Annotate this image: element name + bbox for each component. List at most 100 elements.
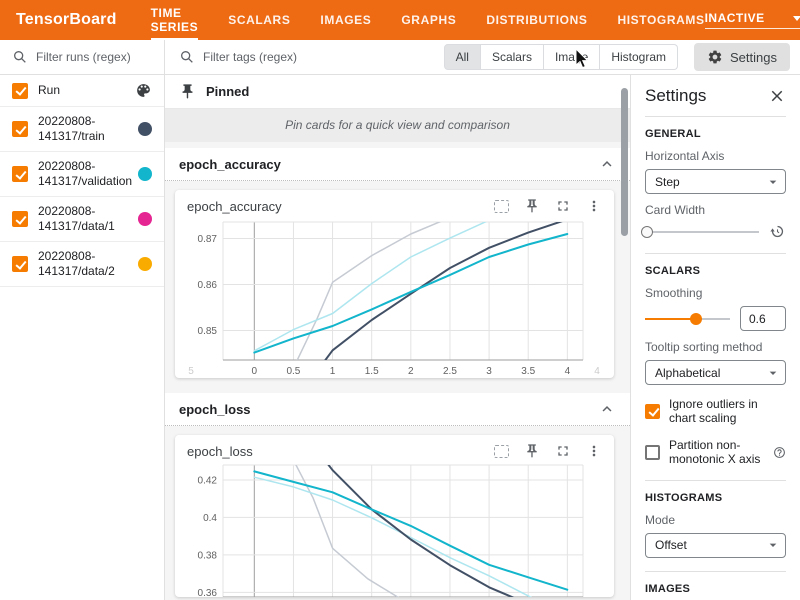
filter-all-button[interactable]: All [444,44,481,70]
svg-text:0.4: 0.4 [203,513,217,524]
partition-x-axis-checkbox[interactable] [645,445,660,460]
section-heading: GENERAL [645,128,786,140]
section-heading: HISTOGRAMS [645,492,786,504]
chevron-up-icon[interactable] [598,155,616,173]
svg-text:5: 5 [188,366,194,377]
chevron-up-icon[interactable] [598,400,616,418]
run-checkbox[interactable] [12,256,28,272]
runs-sidebar: Run 20220808-141317/train 20220808-14131… [0,40,165,600]
section-title: epoch_accuracy [179,157,281,172]
fit-domain-icon [494,445,509,458]
run-row-data-2[interactable]: 20220808-141317/data/2 [0,242,164,287]
settings-section-images: IMAGES Brightness Contrast [645,572,786,600]
pin-card-button[interactable] [524,198,540,214]
filter-runs-input[interactable] [36,50,152,64]
run-row-data-1[interactable]: 20220808-141317/data/1 [0,197,164,242]
tab-scalars[interactable]: SCALARS [228,0,290,40]
close-settings-button[interactable] [768,87,786,105]
run-row-validation[interactable]: 20220808-141317/validation [0,152,164,197]
svg-text:0.87: 0.87 [198,234,218,245]
filter-image-button[interactable]: Image [544,44,600,70]
horizontal-axis-value: Step [655,175,680,189]
filter-histogram-button[interactable]: Histogram [600,44,678,70]
run-checkbox[interactable] [12,211,28,227]
run-checkbox[interactable] [12,166,28,182]
pin-icon [179,83,196,100]
epoch-accuracy-line-chart[interactable]: 00.511.522.533.540.850.860.8754 [183,218,606,378]
svg-text:0.36: 0.36 [198,588,218,597]
kebab-menu-icon [586,198,602,214]
card-title: epoch_accuracy [187,199,494,214]
filter-tags-input[interactable] [203,50,444,64]
top-app-bar: TensorBoard TIME SERIES SCALARS IMAGES G… [0,0,800,40]
runs-header-row: Run [0,75,164,107]
histogram-mode-label: Mode [645,513,786,527]
tensorboard-app: TensorBoard TIME SERIES SCALARS IMAGES G… [0,0,800,600]
palette-icon[interactable] [135,82,152,99]
svg-text:0.86: 0.86 [198,280,218,291]
ignore-outliers-option[interactable]: Ignore outliers in chart scaling [645,397,786,426]
scalar-card-epoch-accuracy: epoch_accuracy [175,190,614,378]
smoothing-value-input[interactable]: 0.6 [740,306,786,331]
smoothing-slider[interactable] [645,312,730,326]
run-name: 20220808-141317/validation [38,159,128,189]
histogram-mode-select[interactable]: Offset [645,533,786,558]
tab-histograms[interactable]: HISTOGRAMS [617,0,704,40]
slider-thumb[interactable] [641,226,653,238]
dropdown-arrow-icon [765,537,781,553]
tab-graphs[interactable]: GRAPHS [401,0,456,40]
svg-text:1.5: 1.5 [365,366,379,377]
fullscreen-icon [555,198,571,214]
dropdown-arrow-icon [765,365,781,381]
card-width-label: Card Width [645,203,786,217]
section-header-epoch-accuracy[interactable]: epoch_accuracy [165,148,630,181]
expand-card-button[interactable] [555,443,571,459]
tooltip-sorting-select[interactable]: Alphabetical [645,360,786,385]
run-color-swatch[interactable] [138,212,152,226]
card-more-options-button[interactable] [586,198,602,214]
kebab-menu-icon [586,443,602,459]
expand-card-button[interactable] [555,198,571,214]
run-color-swatch[interactable] [138,257,152,271]
svg-text:3: 3 [486,366,492,377]
section-header-epoch-loss[interactable]: epoch_loss [165,393,630,426]
epoch-loss-line-chart[interactable]: 0.360.380.40.42 [183,463,606,597]
dropdown-arrow-icon [765,174,781,190]
run-checkbox[interactable] [12,121,28,137]
chevron-down-icon [793,16,800,21]
svg-text:1: 1 [330,366,336,377]
help-icon[interactable] [773,446,786,459]
slider-thumb[interactable] [690,313,702,325]
run-name: 20220808-141317/train [38,114,128,144]
reset-card-width-button[interactable] [769,223,786,240]
pin-card-button[interactable] [524,443,540,459]
partition-x-axis-option[interactable]: Partition non-monotonic X axis [645,438,786,467]
svg-text:0.85: 0.85 [198,326,218,337]
run-row-train[interactable]: 20220808-141317/train [0,107,164,152]
horizontal-axis-select[interactable]: Step [645,169,786,194]
card-more-options-button[interactable] [586,443,602,459]
settings-button[interactable]: Settings [694,43,790,71]
plugin-filter-group: All Scalars Image Histogram [444,44,678,70]
run-color-swatch[interactable] [138,167,152,181]
tab-time-series[interactable]: TIME SERIES [151,0,199,40]
svg-text:0.42: 0.42 [198,475,218,486]
fit-domain-button[interactable] [494,200,509,213]
run-color-swatch[interactable] [138,122,152,136]
settings-panel-title: Settings [645,86,706,106]
vertical-scrollbar-thumb[interactable] [621,88,628,236]
fit-domain-icon [494,200,509,213]
ignore-outliers-checkbox[interactable] [645,404,660,419]
settings-section-histograms: HISTOGRAMS Mode Offset [645,481,786,572]
card-width-slider[interactable] [645,225,759,239]
fit-domain-button[interactable] [494,445,509,458]
tab-images[interactable]: IMAGES [320,0,371,40]
svg-text:0: 0 [252,366,258,377]
scalar-card-epoch-loss: epoch_loss [175,435,614,597]
tab-distributions[interactable]: DISTRIBUTIONS [486,0,587,40]
select-all-runs-checkbox[interactable] [12,83,28,99]
reload-status-select[interactable]: INACTIVE [705,11,800,29]
section-title: epoch_loss [179,402,251,417]
filter-scalars-button[interactable]: Scalars [481,44,544,70]
partition-x-axis-label: Partition non-monotonic X axis [669,438,764,467]
